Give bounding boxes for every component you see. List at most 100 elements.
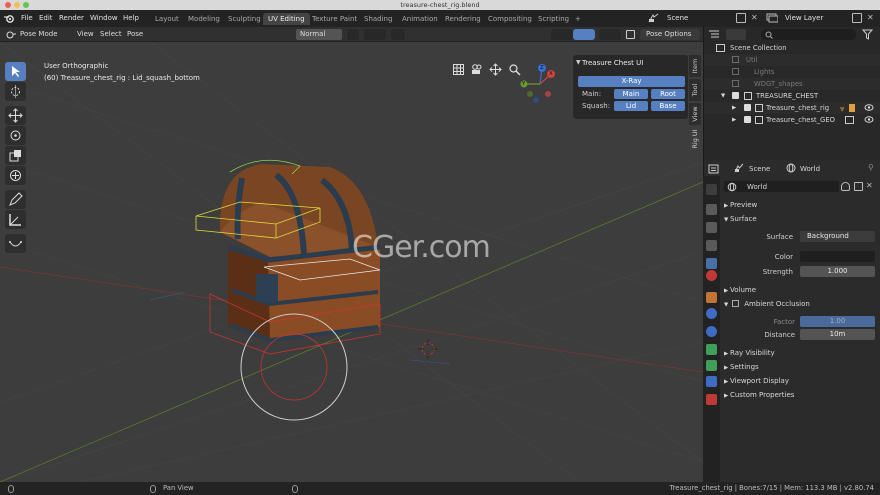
bone-roll-tool[interactable] [5,234,26,253]
expand-arrow-icon[interactable]: ▼ [721,90,725,102]
eye-icon[interactable] [864,115,874,124]
outliner-item-treasure-chest[interactable]: ▼ TREASURE_CHEST [704,90,880,102]
outliner-scene-collection[interactable]: Scene Collection [704,42,880,54]
tab-scripting[interactable]: Scripting [533,13,574,25]
outliner-item-treasure-chest-rig[interactable]: ▶ Treasure_chest_rig ⩔ [704,102,880,114]
world-selector[interactable]: World [724,181,839,192]
scene-icon[interactable] [648,13,660,24]
expand-arrow-icon[interactable]: ▶ [732,102,736,114]
pose-options-dropdown[interactable]: Pose Options [640,29,700,40]
view-layer-selector[interactable]: View Layer [785,14,823,22]
include-checkbox[interactable] [744,116,751,123]
distance-field[interactable]: 10m [800,329,875,340]
modifier-properties-icon[interactable] [706,308,717,319]
include-checkbox[interactable] [744,104,751,111]
scene-selector[interactable]: Scene [667,14,688,22]
preview-section[interactable]: ▶ Preview [724,201,757,209]
menu-view[interactable]: View [77,29,94,40]
view-layer-properties-icon[interactable] [706,240,717,251]
pan-view-icon[interactable] [489,63,502,76]
overlays-icon[interactable] [599,29,621,40]
root-button[interactable]: Root [651,89,685,99]
base-button[interactable]: Base [651,101,685,111]
editor-type-icon[interactable] [5,29,17,40]
factor-slider[interactable]: 1.00 [800,316,875,327]
new-view-layer-icon[interactable] [852,13,862,23]
fake-user-shield-icon[interactable] [841,182,850,191]
strength-slider[interactable]: 1.000 [800,266,875,277]
surface-section[interactable]: ▼ Surface [724,215,757,223]
cursor-tool[interactable] [5,82,26,101]
transform-tool[interactable] [5,166,26,185]
snap-icon[interactable] [364,29,386,40]
particles-properties-icon[interactable] [706,326,717,337]
surface-shader-dropdown[interactable]: Background [800,231,875,242]
exclude-checkbox[interactable] [732,68,739,75]
tab-compositing[interactable]: Compositing [483,13,537,25]
blender-logo-icon[interactable] [4,14,14,23]
exclude-checkbox[interactable] [732,56,739,63]
tab-modeling[interactable]: Modeling [183,13,225,25]
render-properties-icon[interactable] [706,204,717,215]
menu-file[interactable]: File [21,14,33,22]
filter-icon[interactable] [861,29,878,40]
menu-edit[interactable]: Edit [39,14,53,22]
xray-button[interactable]: X-Ray [578,76,685,87]
menu-select[interactable]: Select [100,29,122,40]
color-swatch[interactable] [800,251,875,262]
scale-tool[interactable] [5,146,26,165]
scene-properties-icon[interactable] [706,258,717,269]
view-layer-icon[interactable] [766,13,779,23]
settings-section[interactable]: ▶ Settings [724,363,759,371]
exclude-checkbox[interactable] [732,80,739,87]
transform-orientation-dropdown[interactable]: Normal [296,29,342,40]
duplicate-world-icon[interactable] [854,182,863,191]
outliner-item-util[interactable]: Util [704,54,880,66]
display-mode-dropdown[interactable] [726,29,746,40]
tab-shading[interactable]: Shading [359,13,397,25]
tab-layout[interactable]: Layout [150,13,184,25]
delete-scene-icon[interactable]: ✕ [751,13,761,23]
custom-properties-section[interactable]: ▶ Custom Properties [724,391,794,399]
properties-editor-icon[interactable] [708,164,720,174]
gizmo-toggle-icon[interactable] [573,29,595,40]
volume-section[interactable]: ▶ Volume [724,286,756,294]
outliner-item-lights[interactable]: Lights [704,66,880,78]
data-properties-icon[interactable] [706,376,717,387]
lid-button[interactable]: Lid [614,101,648,111]
ambient-occlusion-section[interactable]: ▼ Ambient Occlusion [724,300,810,308]
pivot-point-icon[interactable] [347,29,359,40]
annotate-tool[interactable] [5,190,26,209]
remove-view-layer-icon[interactable]: ✕ [867,13,877,23]
proportional-edit-icon[interactable] [391,29,405,40]
tab-rig-ui[interactable]: Rig UI [689,127,701,151]
xray-toggle-icon[interactable] [626,30,635,39]
expand-arrow-icon[interactable]: ▶ [732,114,736,126]
menu-help[interactable]: Help [123,14,139,22]
outliner-search-input[interactable] [761,29,856,40]
physics-properties-icon[interactable] [706,344,717,355]
collapse-arrow-icon[interactable]: ▼ [576,59,581,66]
eye-icon[interactable] [864,103,874,112]
close-window-button[interactable] [5,2,11,8]
tab-sculpting[interactable]: Sculpting [223,13,266,25]
tab-uv-editing[interactable]: UV Editing [263,13,310,25]
pose-mode-selector[interactable]: Pose Mode [20,29,58,40]
tab-animation[interactable]: Animation [397,13,443,25]
world-properties-icon[interactable] [706,270,717,281]
rotate-tool[interactable] [5,126,26,145]
material-properties-icon[interactable] [706,394,717,405]
include-checkbox[interactable] [732,92,739,99]
outliner-item-treasure-chest-geo[interactable]: ▶ Treasure_chest_GEO [704,114,880,126]
menu-render[interactable]: Render [59,14,84,22]
camera-view-icon[interactable] [470,63,483,76]
output-properties-icon[interactable] [706,222,717,233]
object-properties-icon[interactable] [706,292,717,303]
pin-icon[interactable]: ⚲ [868,163,877,173]
minimize-window-button[interactable] [14,2,20,8]
zoom-window-button[interactable] [23,2,29,8]
main-button[interactable]: Main [614,89,648,99]
add-workspace-button[interactable]: + [570,13,586,25]
move-tool[interactable] [5,106,26,125]
tool-properties-icon[interactable] [706,184,717,195]
